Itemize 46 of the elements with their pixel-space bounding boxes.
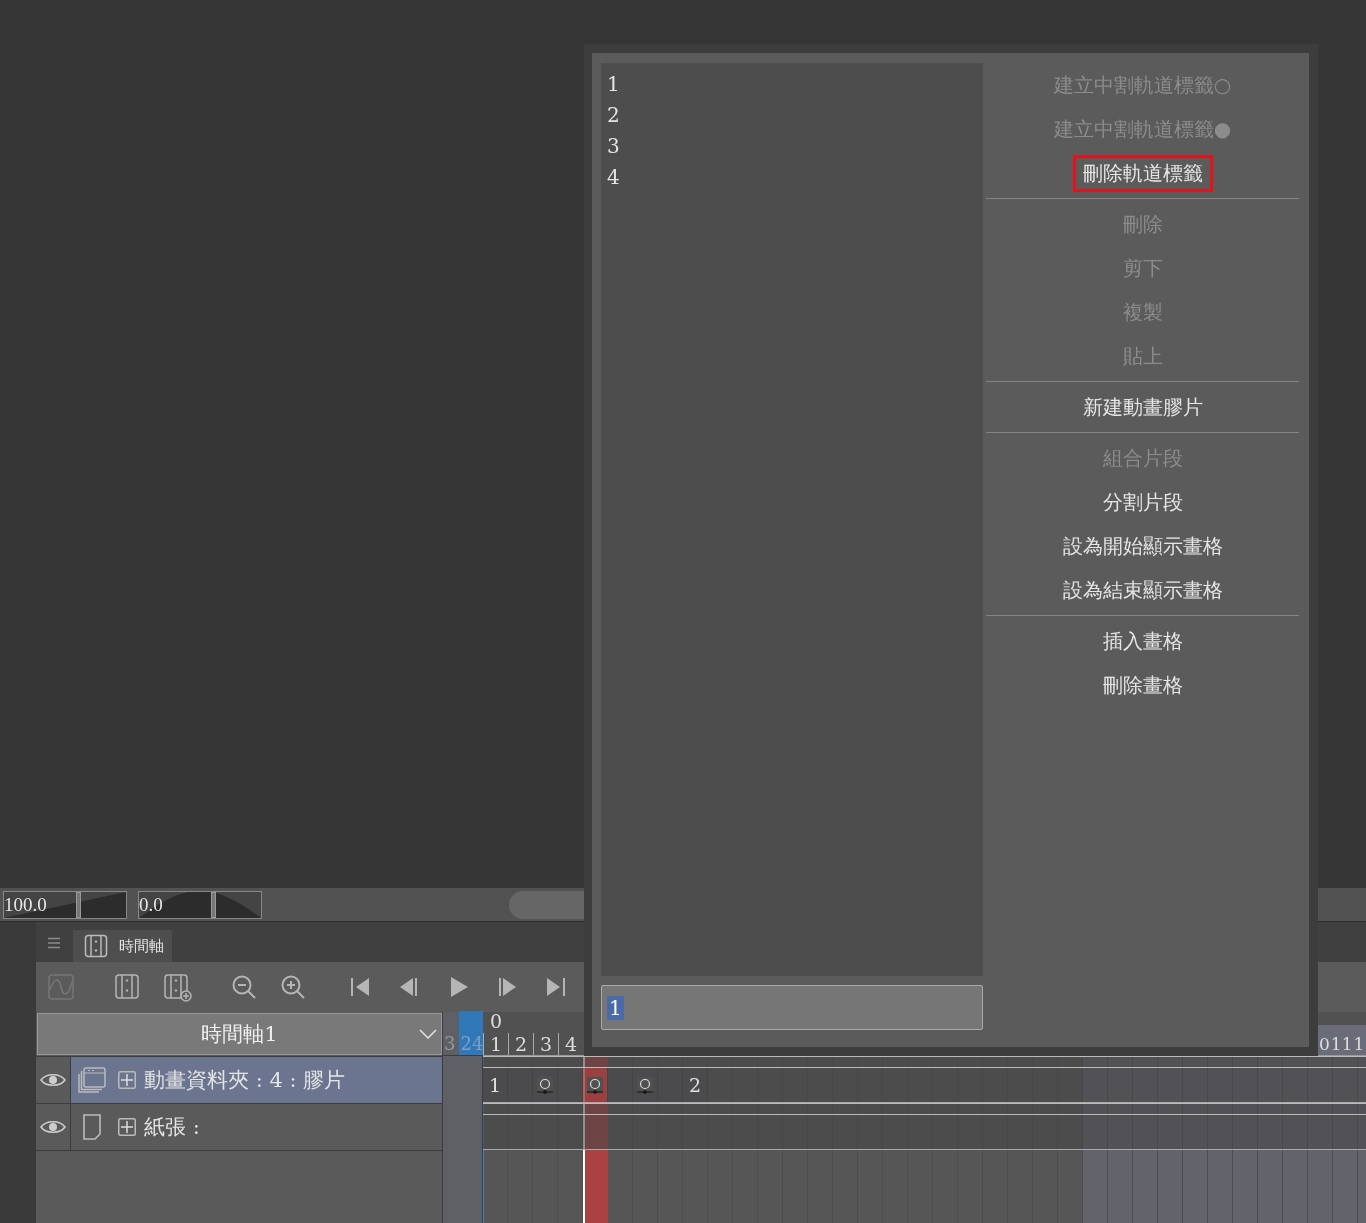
- menu-item[interactable]: 分割片段: [1092, 483, 1193, 521]
- frame-number[interactable]: 0: [1319, 1033, 1330, 1055]
- keyframe-icon[interactable]: [586, 1076, 604, 1094]
- frame-start-number: 0: [490, 1010, 503, 1032]
- menu-item[interactable]: 設為結束顯示畫格: [1052, 571, 1233, 609]
- list-item[interactable]: 3: [607, 131, 983, 162]
- layer-name: 動畫資料夾 : 4 : 膠片: [144, 1067, 346, 1094]
- input-field[interactable]: 1: [601, 985, 983, 1030]
- frame-number[interactable]: 3: [533, 1033, 558, 1055]
- eye-icon[interactable]: [40, 1072, 66, 1088]
- menu-item[interactable]: 刪除畫格: [1092, 666, 1193, 704]
- eye-icon[interactable]: [40, 1119, 66, 1135]
- frame-cell[interactable]: [583, 1068, 608, 1102]
- frame-number[interactable]: 1: [1353, 1033, 1365, 1055]
- expand-icon[interactable]: [118, 1118, 136, 1136]
- animation-folder-icon: [78, 1067, 106, 1093]
- list-item[interactable]: 2: [607, 100, 983, 131]
- curve-field[interactable]: 100.0: [3, 890, 127, 919]
- chevron-down-icon: [419, 1029, 437, 1039]
- menu-item[interactable]: 刪除軌道標籤: [1072, 154, 1213, 192]
- curve-field[interactable]: 0.0: [138, 890, 262, 919]
- panel-tab[interactable]: 時間軸: [73, 930, 172, 962]
- keyframe-icon[interactable]: [636, 1076, 654, 1094]
- expand-icon[interactable]: [118, 1071, 136, 1089]
- list-box[interactable]: 1 2 3 4: [601, 63, 983, 976]
- cel-label: 1: [488, 1074, 502, 1096]
- frame-range-bar[interactable]: [483, 1056, 1366, 1068]
- timeline-dropdown[interactable]: 時間軸1: [37, 1013, 442, 1055]
- frame-number[interactable]: 4: [558, 1033, 583, 1055]
- frame-cell[interactable]: 1: [483, 1068, 508, 1102]
- menu-item[interactable]: 設為開始顯示畫格: [1052, 527, 1233, 565]
- list-item[interactable]: 1: [607, 69, 983, 100]
- frame-number[interactable]: 11: [1330, 1033, 1353, 1055]
- list-item[interactable]: 4: [607, 162, 983, 193]
- menu-item[interactable]: 插入畫格: [1092, 622, 1193, 660]
- paper-icon: [82, 1114, 102, 1140]
- cel-label: 2: [688, 1074, 702, 1096]
- frame-range-bar[interactable]: [483, 1103, 1366, 1115]
- menu-icon[interactable]: [48, 937, 60, 949]
- frame-number[interactable]: 2: [508, 1033, 533, 1055]
- layer-name: 紙張 :: [144, 1114, 200, 1141]
- timeline-icon: [84, 934, 108, 958]
- layer-row[interactable]: 動畫資料夾 : 4 : 膠片: [71, 1057, 442, 1103]
- menu-item[interactable]: 新建動畫膠片: [1072, 388, 1213, 426]
- keyframe-icon[interactable]: [536, 1076, 554, 1094]
- frame-number[interactable]: 1: [483, 1033, 508, 1055]
